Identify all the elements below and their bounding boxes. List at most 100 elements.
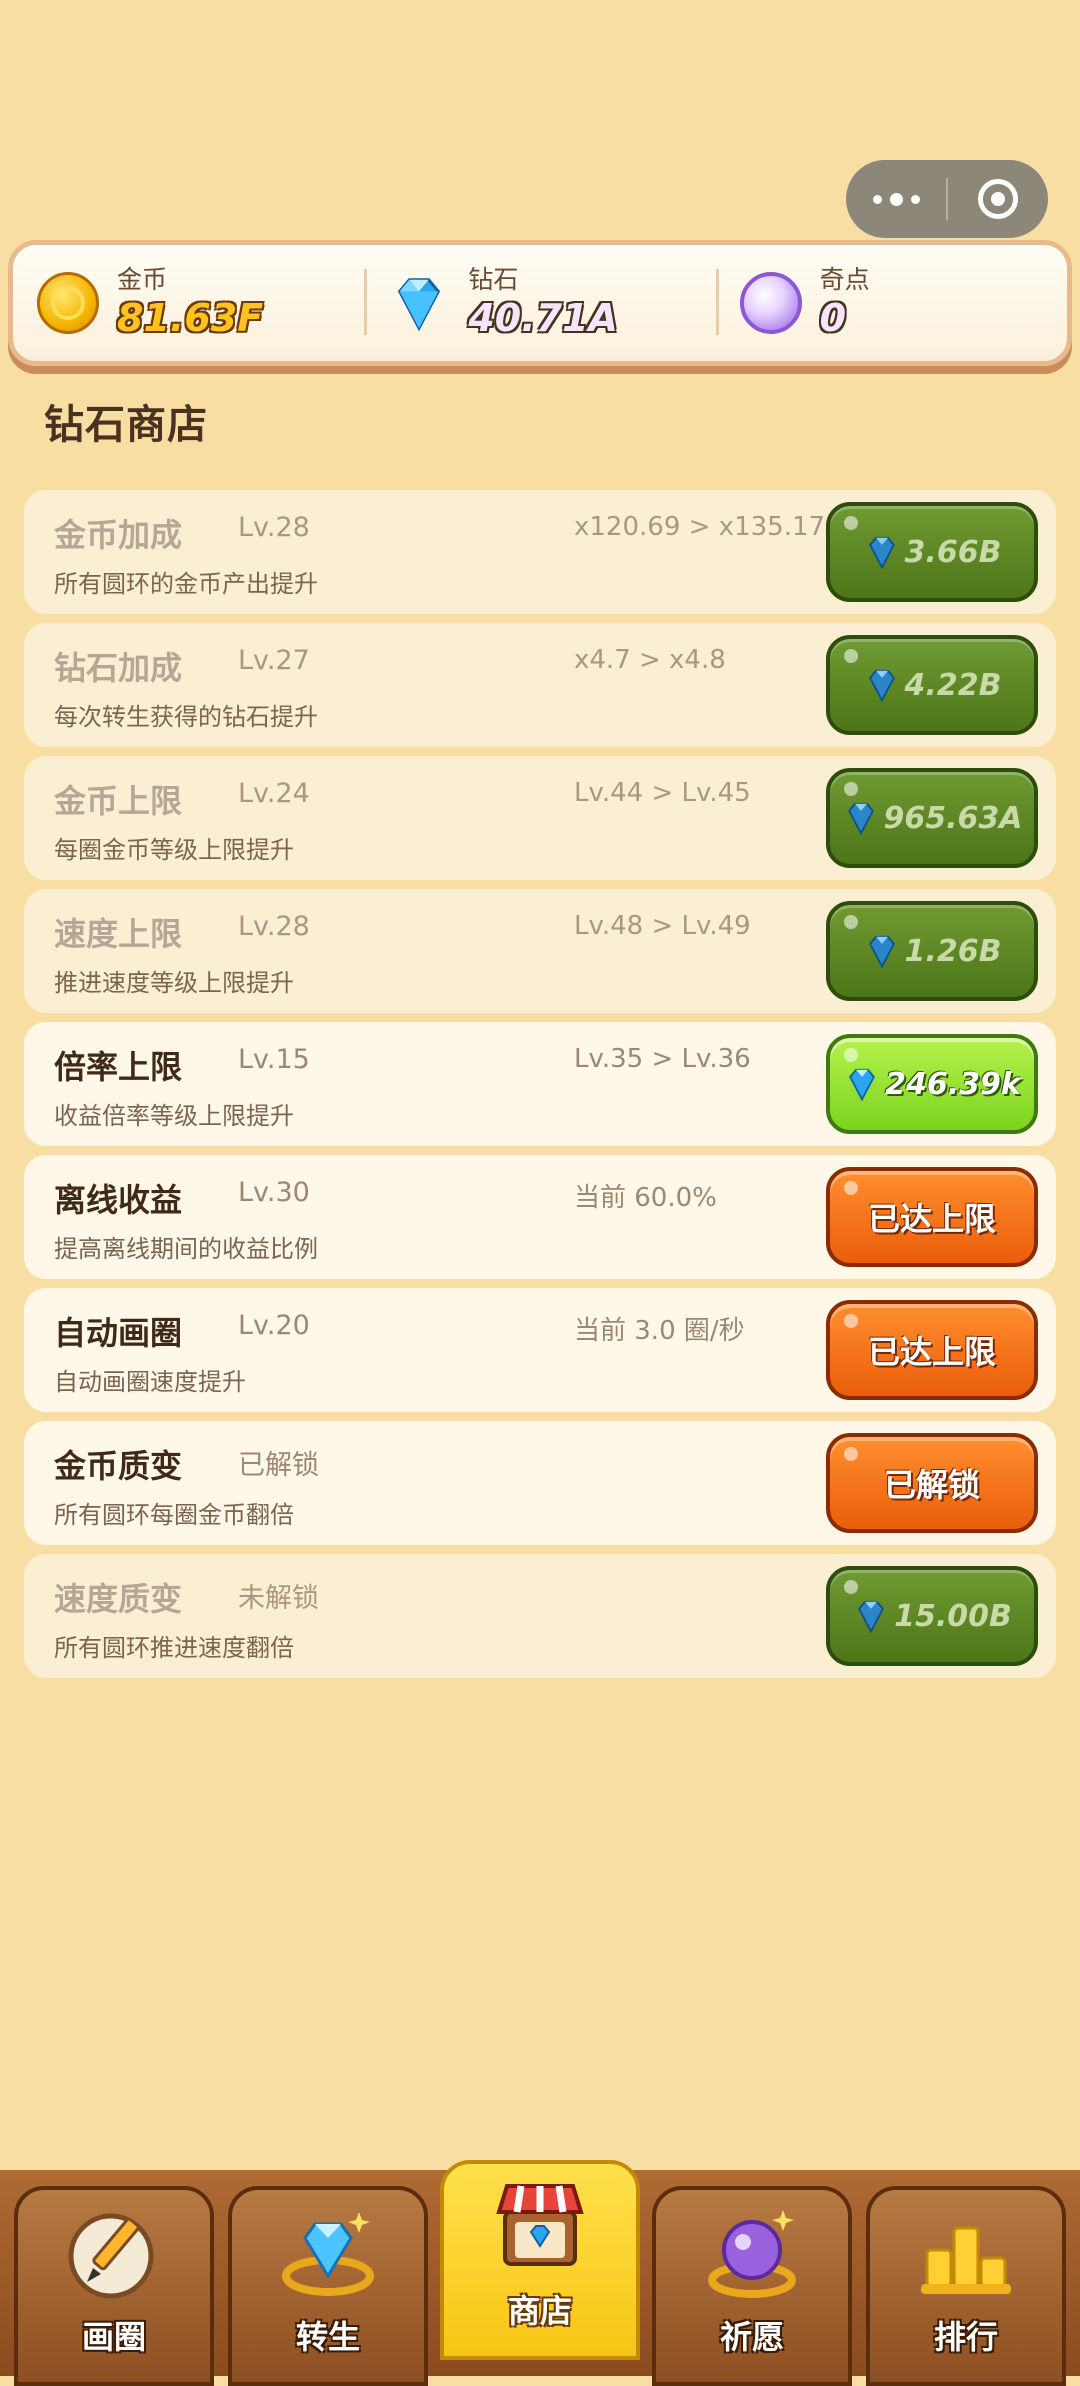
odd-label: 奇点	[819, 265, 870, 294]
shop-row-diamond-bonus: 钻石加成 Lv.27 x4.7 > x4.8 每次转生获得的钻石提升 4.22B	[24, 623, 1056, 747]
tab-label: 转生	[295, 2318, 360, 2356]
page-title: 钻石商店	[44, 402, 208, 448]
item-name: 金币质变	[54, 1447, 183, 1485]
item-level: Lv.24	[238, 778, 310, 809]
shop-row-offline-income: 离线收益 Lv.30 当前 60.0% 提高离线期间的收益比例 已达上限	[24, 1155, 1056, 1279]
shop-icon	[496, 2184, 584, 2266]
item-desc: 每圈金币等级上限提升	[54, 836, 294, 864]
shop-row-gold-bonus: 金币加成 Lv.28 x120.69 > x135.17 所有圆环的金币产出提升…	[24, 490, 1056, 614]
buy-button[interactable]: 15.00B	[826, 1566, 1038, 1666]
diamond-icon	[868, 935, 895, 969]
diamond-currency: 钻石 40.71A	[364, 245, 715, 361]
pencil-circle-icon	[68, 2213, 154, 2299]
gold-coin-icon	[37, 272, 99, 334]
item-name: 自动画圈	[54, 1314, 183, 1352]
item-effect: x120.69 > x135.17	[574, 512, 826, 542]
diamond-icon	[398, 278, 441, 332]
item-name: 金币上限	[54, 782, 183, 820]
item-status: 未解锁	[238, 1583, 319, 1614]
tab-label: 祈愿	[719, 2318, 784, 2356]
unlocked-button[interactable]: 已解锁	[826, 1433, 1038, 1533]
tab-label: 画圈	[81, 2318, 146, 2356]
gold-label: 金币	[117, 265, 168, 294]
shop-row-multiplier-cap: 倍率上限 Lv.15 Lv.35 > Lv.36 收益倍率等级上限提升 246.…	[24, 1022, 1056, 1146]
shop-row-auto-draw: 自动画圈 Lv.20 当前 3.0 圈/秒 自动画圈速度提升 已达上限	[24, 1288, 1056, 1412]
buy-button[interactable]: 3.66B	[826, 502, 1038, 602]
shop-row-speed-transform: 速度质变 未解锁 所有圆环推进速度翻倍 15.00B	[24, 1554, 1056, 1678]
item-name: 速度上限	[54, 915, 183, 953]
item-desc: 提高离线期间的收益比例	[54, 1235, 318, 1263]
button-label: 已达上限	[867, 1200, 996, 1238]
tab-wish[interactable]: 祈愿	[652, 2186, 852, 2386]
item-name: 金币加成	[54, 516, 183, 554]
item-level: Lv.15	[238, 1044, 310, 1075]
item-desc: 收益倍率等级上限提升	[54, 1102, 294, 1130]
item-desc: 所有圆环推进速度翻倍	[54, 1634, 294, 1662]
price-label: 4.22B	[904, 667, 1002, 703]
diamond-icon	[849, 1068, 876, 1102]
item-desc: 每次转生获得的钻石提升	[54, 703, 318, 731]
odd-currency: 奇点 0	[715, 245, 1067, 361]
odd-value: 0	[819, 296, 847, 340]
shop-row-gold-cap: 金币上限 Lv.24 Lv.44 > Lv.45 每圈金币等级上限提升 965.…	[24, 756, 1056, 880]
item-effect: Lv.35 > Lv.36	[574, 1044, 751, 1074]
purple-orb-icon	[739, 272, 802, 334]
item-name: 钻石加成	[54, 649, 183, 687]
item-status: 已解锁	[238, 1450, 319, 1481]
price-label: 246.39k	[885, 1066, 1021, 1102]
buy-button[interactable]: 965.63A	[826, 768, 1038, 868]
diamond-icon	[868, 669, 895, 703]
gold-currency: 金币 81.63F	[13, 245, 364, 361]
item-name: 速度质变	[54, 1580, 183, 1618]
diamond-ring-icon	[282, 2212, 374, 2296]
diamond-icon	[868, 536, 895, 570]
diamond-icon	[847, 802, 874, 836]
item-effect: x4.7 > x4.8	[574, 645, 726, 675]
price-label: 1.26B	[904, 933, 1002, 969]
max-level-button[interactable]: 已达上限	[826, 1300, 1038, 1400]
shop-row-speed-cap: 速度上限 Lv.28 Lv.48 > Lv.49 推进速度等级上限提升 1.26…	[24, 889, 1056, 1013]
close-target-icon[interactable]	[948, 160, 1048, 238]
tab-rank[interactable]: 排行	[866, 2186, 1066, 2386]
tab-shop[interactable]: 商店	[440, 2160, 640, 2360]
item-effect: Lv.44 > Lv.45	[574, 778, 751, 808]
item-level: Lv.28	[238, 911, 310, 942]
item-level: Lv.30	[238, 1177, 310, 1208]
podium-icon	[921, 2226, 1011, 2294]
shop-list: 金币加成 Lv.28 x120.69 > x135.17 所有圆环的金币产出提升…	[24, 490, 1056, 1687]
item-desc: 所有圆环的金币产出提升	[54, 570, 318, 598]
item-desc: 所有圆环每圈金币翻倍	[54, 1501, 294, 1529]
item-level: Lv.20	[238, 1310, 310, 1341]
more-menu-icon[interactable]	[846, 160, 946, 238]
tab-label: 排行	[933, 2318, 998, 2356]
item-effect: 当前 60.0%	[574, 1183, 717, 1213]
item-name: 离线收益	[54, 1181, 183, 1219]
diamond-label: 钻石	[468, 265, 519, 294]
item-level: Lv.28	[238, 512, 310, 543]
item-desc: 自动画圈速度提升	[54, 1368, 246, 1396]
buy-button[interactable]: 246.39k	[826, 1034, 1038, 1134]
tab-label: 商店	[507, 2292, 572, 2330]
price-label: 3.66B	[904, 534, 1002, 570]
miniprogram-capsule	[846, 160, 1048, 238]
item-desc: 推进速度等级上限提升	[54, 969, 294, 997]
item-effect: 当前 3.0 圈/秒	[574, 1316, 745, 1346]
buy-button[interactable]: 4.22B	[826, 635, 1038, 735]
diamond-icon	[858, 1600, 885, 1634]
price-label: 965.63A	[883, 800, 1023, 836]
button-label: 已达上限	[867, 1333, 996, 1371]
shop-row-gold-transform: 金币质变 已解锁 所有圆环每圈金币翻倍 已解锁	[24, 1421, 1056, 1545]
gold-value: 81.63F	[117, 296, 264, 340]
tab-rebirth[interactable]: 转生	[228, 2186, 428, 2386]
item-effect: Lv.48 > Lv.49	[574, 911, 751, 941]
item-name: 倍率上限	[54, 1048, 183, 1086]
max-level-button[interactable]: 已达上限	[826, 1167, 1038, 1267]
buy-button[interactable]: 1.26B	[826, 901, 1038, 1001]
button-label: 已解锁	[883, 1466, 980, 1504]
crystal-ball-icon	[708, 2210, 796, 2298]
currency-bar: 金币 81.63F 钻石 40.71A 奇点 0	[8, 240, 1072, 366]
diamond-value: 40.71A	[468, 296, 618, 340]
item-level: Lv.27	[238, 645, 310, 676]
tab-draw[interactable]: 画圈	[14, 2186, 214, 2386]
bottom-nav: 画圈 转生 商店 祈愿 排行	[0, 2160, 1080, 2386]
